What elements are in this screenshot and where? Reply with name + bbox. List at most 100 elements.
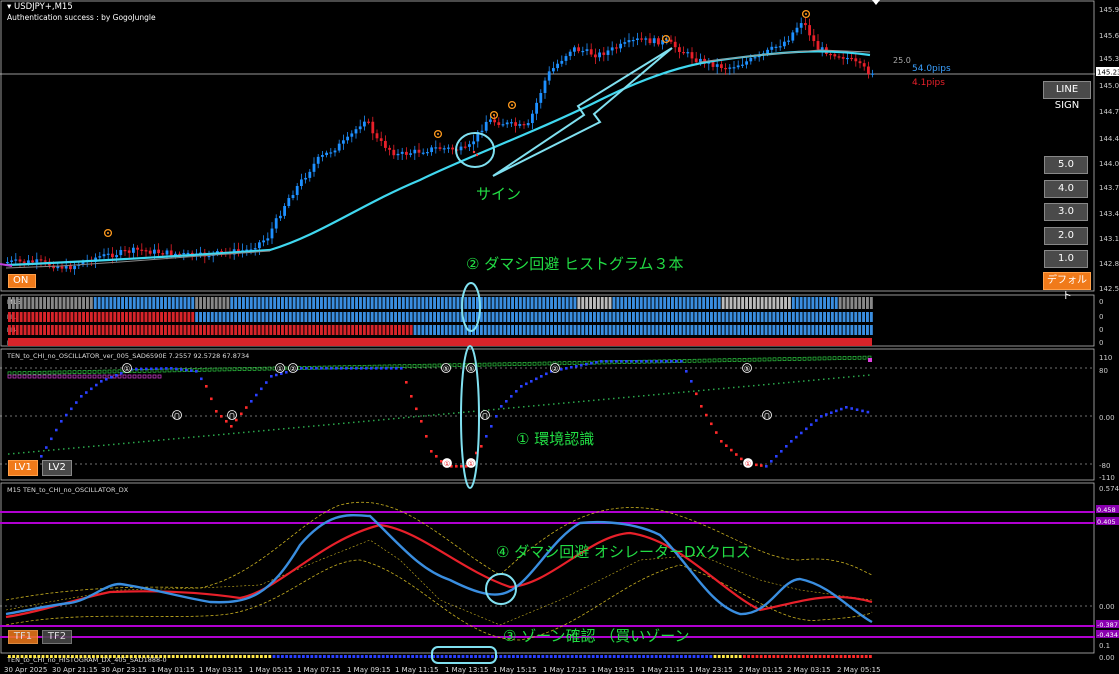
histogram-cell xyxy=(684,655,687,658)
mtf-h1-cell xyxy=(702,312,706,322)
histogram-cell xyxy=(726,655,729,658)
mtf-h1-cell xyxy=(370,312,374,322)
mtf-h1-cell xyxy=(546,312,550,322)
mtf-h1-cell xyxy=(448,312,452,322)
lv2-button[interactable]: LV2 xyxy=(42,460,72,476)
level-button-4-0[interactable]: 4.0 xyxy=(1044,180,1088,198)
osc-signal-glyph: ⑤ xyxy=(443,365,449,373)
default-button[interactable]: デフォルト xyxy=(1043,272,1091,302)
mtf-h1-cell xyxy=(15,312,19,322)
oscillator-dot xyxy=(55,428,58,432)
mtf-h4-cell xyxy=(573,325,577,335)
oscillator-dot xyxy=(335,367,338,370)
histogram-cell xyxy=(755,655,759,658)
histogram-cell xyxy=(659,655,662,658)
osc-green-trend xyxy=(68,447,70,450)
mtf-h4-cell xyxy=(550,325,553,335)
mtf-h1-cell xyxy=(444,312,448,322)
lv1-button[interactable]: LV1 xyxy=(8,460,38,476)
mtf-m15-cell xyxy=(869,297,873,309)
histogram-cell xyxy=(264,655,267,658)
histogram-cell xyxy=(360,655,364,658)
mtf-m15-cell xyxy=(253,297,257,309)
histogram-cell xyxy=(680,655,683,658)
mtf-m15-cell xyxy=(394,297,397,309)
mtf-h4-cell xyxy=(698,325,702,335)
mtf-h4-cell xyxy=(218,325,222,335)
oscillator-dot xyxy=(500,405,503,408)
mtf-h4-cell xyxy=(768,325,772,335)
mtf-h4-cell xyxy=(721,325,725,335)
level-button-2-0[interactable]: 2.0 xyxy=(1044,227,1088,245)
osc-green-trend xyxy=(333,423,335,425)
osc-green-trend xyxy=(138,441,140,443)
candle-body xyxy=(770,46,774,50)
mtf-m15-cell xyxy=(62,297,66,309)
mtf-h4-cell xyxy=(608,325,612,335)
candle-body xyxy=(594,54,597,58)
mtf-m15-cell xyxy=(834,297,838,309)
histogram-cell xyxy=(335,655,339,658)
oscillator-dot xyxy=(640,360,643,363)
mtf-h1-cell xyxy=(557,312,561,322)
osc-green-trend xyxy=(673,392,675,394)
mtf-h1-cell xyxy=(401,312,405,322)
candle-body xyxy=(426,152,429,154)
mtf-h1-cell xyxy=(585,312,589,322)
mtf-m15-cell xyxy=(281,297,284,309)
mtf-h4-cell xyxy=(858,325,862,335)
histogram-cell xyxy=(125,655,129,658)
mtf-h1-cell xyxy=(378,312,382,322)
candle-body xyxy=(237,249,240,252)
candle-body xyxy=(262,240,265,243)
mtf-h1-cell xyxy=(772,312,776,322)
osc-magenta-marker xyxy=(117,374,122,379)
mtf-m15-cell xyxy=(164,297,167,309)
candle-body xyxy=(531,113,534,124)
mtf-h1-cell xyxy=(628,312,631,322)
mtf-h4-cell xyxy=(678,325,682,335)
osc-green-marker xyxy=(707,358,712,363)
osc-green-trend xyxy=(553,403,555,405)
dropdown-triangle-icon[interactable]: ▾ xyxy=(7,2,14,12)
mtf-h1-cell xyxy=(565,312,569,322)
oscillator-dot xyxy=(300,367,303,370)
mtf-m15-cell xyxy=(66,297,70,309)
osc-green-trend xyxy=(798,380,800,383)
histogram-cell xyxy=(314,655,318,658)
mtf-h4-cell xyxy=(277,325,280,335)
candle-body xyxy=(10,260,13,262)
mtf-m15-cell xyxy=(156,297,160,309)
line-sign-button[interactable]: LINE SIGN xyxy=(1043,81,1091,111)
histogram-cell xyxy=(570,655,574,658)
level-button-5-0[interactable]: 5.0 xyxy=(1044,156,1088,174)
histogram-axis-label: 0.00 xyxy=(1099,654,1115,662)
osc-green-marker xyxy=(22,371,27,375)
on-button[interactable]: ON xyxy=(8,274,36,288)
candle-body xyxy=(489,119,492,122)
chart-window[interactable]: 145.98145.63145.35145.23145.05144.72144.… xyxy=(0,0,1119,674)
mtf-m15-cell xyxy=(54,297,58,309)
mtf-h4-cell xyxy=(452,325,456,335)
histogram-cell xyxy=(20,655,24,658)
osc-green-marker xyxy=(507,362,512,367)
histogram-cell xyxy=(356,655,360,658)
mtf-m15-cell xyxy=(604,297,608,309)
mtf-h1-cell xyxy=(682,312,686,322)
mtf-h4-cell xyxy=(869,325,873,335)
level-button-1-0[interactable]: 1.0 xyxy=(1044,250,1088,268)
oscillator-dot xyxy=(680,360,683,363)
histogram-cell xyxy=(411,655,414,658)
candle-body xyxy=(741,64,744,66)
osc-green-trend xyxy=(683,391,685,393)
mtf-h4-cell xyxy=(105,325,109,335)
oscillator-dot xyxy=(215,410,218,413)
candle-body xyxy=(321,155,324,157)
osc-green-trend xyxy=(88,445,90,448)
oscillator-dot xyxy=(610,360,613,363)
level-button-3-0[interactable]: 3.0 xyxy=(1044,203,1088,221)
tf1-button[interactable]: TF1 xyxy=(8,630,38,644)
tf2-button[interactable]: TF2 xyxy=(42,630,72,644)
mtf-m15-cell xyxy=(752,297,756,309)
mtf-h1-cell xyxy=(19,312,23,322)
